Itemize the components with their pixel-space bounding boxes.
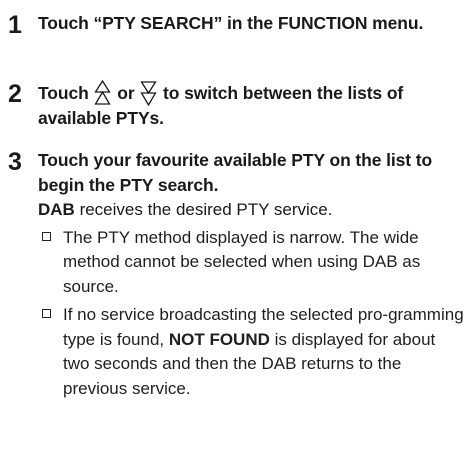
step-number: 1 [8, 11, 22, 39]
step-number: 2 [8, 80, 22, 108]
note-item: The PTY method displayed is narrow. The … [38, 226, 464, 300]
instruction-text: or [112, 83, 140, 103]
instruction-text: Touch [38, 83, 94, 103]
step-number: 3 [8, 148, 22, 176]
result-text: receives the desired PTY service. [74, 200, 333, 219]
up-arrow-outline-icon [94, 79, 112, 106]
checkbox-bullet-icon [42, 309, 51, 318]
step-1: 1 Touch “PTY SEARCH” in the FUNCTION men… [8, 11, 464, 39]
step-3: 3 Touch your favourite available PTY on … [8, 148, 464, 401]
step-instruction: Touch your favourite available PTY on th… [38, 150, 433, 195]
step-instruction: Touch or to switch between the lists of … [38, 79, 464, 131]
step-2: 2 Touch or to switch between the lists o… [8, 79, 464, 131]
note-emphasis: NOT FOUND [168, 329, 270, 349]
down-arrow-outline-icon [140, 80, 157, 107]
step-result: DAB receives the desired PTY service. [38, 198, 464, 223]
note-text: The PTY method displayed is narrow. The … [63, 227, 421, 296]
checkbox-bullet-icon [42, 231, 51, 241]
note-item: If no service broadcasting the selected … [38, 303, 464, 401]
result-source: DAB [38, 200, 75, 219]
step-instruction: Touch “PTY SEARCH” in the FUNCTION menu. [38, 13, 424, 33]
